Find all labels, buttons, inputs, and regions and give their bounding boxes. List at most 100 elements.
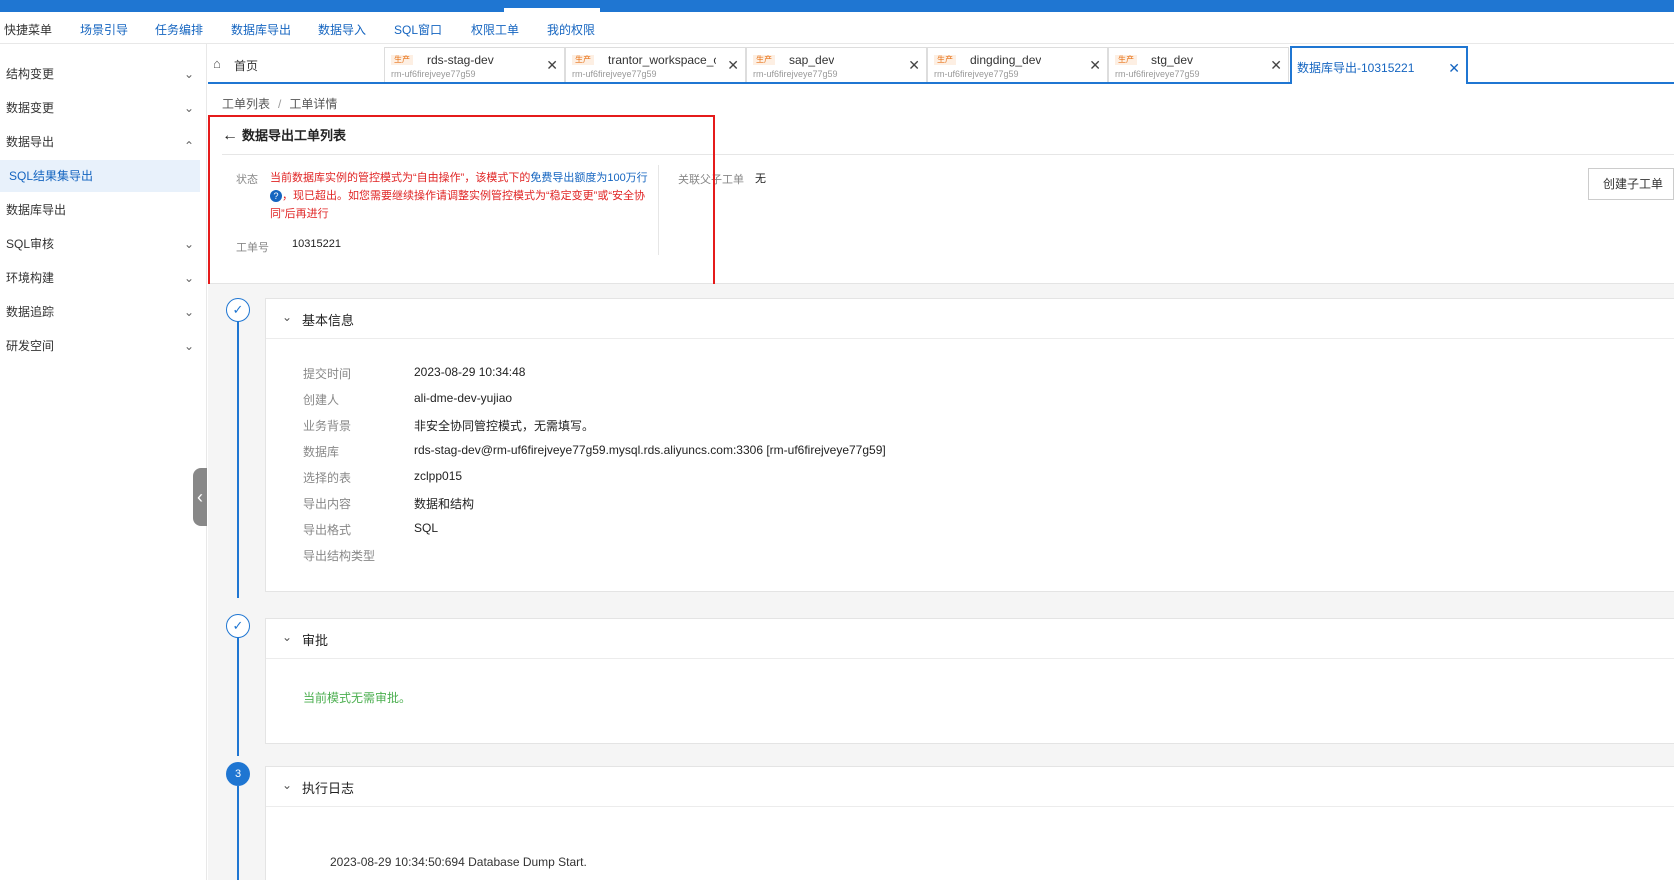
menu-bar: 快捷菜单 场景引导 任务编排 数据库导出 数据导入 SQL窗口 权限工单 我的权… bbox=[0, 12, 1674, 44]
breadcrumb-ticket-detail: 工单详情 bbox=[289, 97, 338, 111]
tab-stg-dev[interactable]: 生产 stg_dev rm-uf6firejveye77g59 ✕ bbox=[1108, 47, 1289, 82]
close-icon[interactable]: ✕ bbox=[546, 57, 558, 74]
close-icon[interactable]: ✕ bbox=[1448, 60, 1460, 77]
tab-rds-stag-dev[interactable]: 生产 rds-stag-dev rm-uf6firejveye77g59 ✕ bbox=[384, 47, 565, 82]
tab-label: stg_dev bbox=[1151, 53, 1194, 67]
step-connector bbox=[237, 786, 239, 880]
sidebar-item-label: 数据库导出 bbox=[6, 203, 67, 217]
tab-trantor-workspace[interactable]: 生产 trantor_workspace_c rm-uf6firejveye77… bbox=[565, 47, 746, 82]
field-label: 导出内容 bbox=[303, 497, 352, 511]
sidebar-item-label: 研发空间 bbox=[6, 339, 55, 353]
tab-label: 数据库导出-10315221 bbox=[1297, 61, 1415, 75]
step-approval-done: ✓ bbox=[226, 614, 250, 638]
close-icon[interactable]: ✕ bbox=[727, 57, 739, 74]
tab-instance-id: rm-uf6firejveye77g59 bbox=[391, 69, 476, 79]
sidebar: 结构变更 ⌄ 数据变更 ⌄ 数据导出 ⌃ SQL结果集导出 数据库导出 SQL审… bbox=[0, 44, 207, 880]
sidebar-item-schema-change[interactable]: 结构变更 ⌄ bbox=[0, 58, 200, 90]
tab-label: rds-stag-dev bbox=[427, 53, 494, 67]
field-label: 导出结构类型 bbox=[303, 549, 376, 563]
close-icon[interactable]: ✕ bbox=[908, 57, 920, 74]
breadcrumb: 工单列表 / 工单详情 bbox=[222, 95, 337, 112]
check-icon: ✓ bbox=[232, 302, 244, 317]
sidebar-item-data-change[interactable]: 数据变更 ⌄ bbox=[0, 92, 200, 124]
tab-label: trantor_workspace_c bbox=[608, 53, 716, 67]
related-ticket-value: 无 bbox=[755, 173, 766, 185]
env-badge: 生产 bbox=[753, 55, 775, 65]
menu-scene-guide[interactable]: 场景引导 bbox=[80, 21, 128, 38]
tab-instance-id: rm-uf6firejveye77g59 bbox=[753, 69, 838, 79]
tab-db-export-ticket[interactable]: 数据库导出-10315221 ✕ bbox=[1290, 46, 1468, 84]
step-connector bbox=[237, 320, 239, 598]
breadcrumb-ticket-list[interactable]: 工单列表 bbox=[222, 97, 270, 111]
section-title: 执行日志 bbox=[302, 781, 355, 796]
submit-time-value: 2023-08-29 10:34:48 bbox=[414, 365, 526, 379]
field-label: 创建人 bbox=[303, 393, 340, 407]
section-title: 审批 bbox=[302, 633, 329, 648]
env-badge: 生产 bbox=[572, 55, 594, 65]
section-title: 基本信息 bbox=[302, 313, 355, 328]
business-background-value: 非安全协同管控模式，无需填写。 bbox=[414, 419, 595, 433]
chevron-down-icon: ⌄ bbox=[183, 67, 194, 81]
approval-header[interactable]: ⌄ 审批 bbox=[266, 619, 1674, 659]
tabs-bar: ⌂ 首页 生产 rds-stag-dev rm-uf6firejveye77g5… bbox=[208, 44, 1674, 84]
tab-label: 首页 bbox=[234, 59, 259, 73]
menu-quick[interactable]: 快捷菜单 bbox=[4, 21, 52, 38]
sidebar-item-label: 环境构建 bbox=[6, 271, 55, 285]
field-label: 数据库 bbox=[303, 445, 340, 459]
chevron-down-icon: ⌄ bbox=[282, 630, 293, 644]
sidebar-collapse-handle[interactable]: ‹ bbox=[193, 468, 207, 526]
chevron-down-icon: ⌄ bbox=[282, 310, 293, 324]
field-label: 导出格式 bbox=[303, 523, 352, 537]
menu-db-export[interactable]: 数据库导出 bbox=[231, 21, 291, 38]
tab-home[interactable]: ⌂ 首页 bbox=[208, 47, 384, 82]
basic-info-card: ⌄ 基本信息 提交时间 2023-08-29 10:34:48 创建人 ali-… bbox=[265, 298, 1674, 592]
tab-instance-id: rm-uf6firejveye77g59 bbox=[572, 69, 657, 79]
basic-info-header[interactable]: ⌄ 基本信息 bbox=[266, 299, 1674, 339]
sidebar-item-label: 数据追踪 bbox=[6, 305, 55, 319]
tab-label: dingding_dev bbox=[970, 53, 1042, 67]
step-connector bbox=[237, 630, 239, 756]
field-label: 业务背景 bbox=[303, 419, 352, 433]
menu-task-orchestration[interactable]: 任务编排 bbox=[155, 21, 203, 38]
execution-log-header[interactable]: ⌄ 执行日志 bbox=[266, 767, 1674, 807]
sidebar-item-db-export[interactable]: 数据库导出 bbox=[0, 194, 200, 226]
export-format-value: SQL bbox=[414, 521, 439, 535]
sidebar-item-data-tracking[interactable]: 数据追踪 ⌄ bbox=[0, 296, 200, 328]
env-badge: 生产 bbox=[1115, 55, 1137, 65]
breadcrumb-separator: / bbox=[278, 97, 282, 111]
tab-instance-id: rm-uf6firejveye77g59 bbox=[1115, 69, 1200, 79]
chevron-down-icon: ⌄ bbox=[183, 237, 194, 251]
menu-data-import[interactable]: 数据导入 bbox=[318, 21, 366, 38]
sidebar-item-sql-result-export[interactable]: SQL结果集导出 bbox=[0, 160, 200, 192]
menu-my-permission[interactable]: 我的权限 bbox=[547, 21, 595, 38]
creator-value: ali-dme-dev-yujiao bbox=[414, 391, 513, 405]
chevron-down-icon: ⌄ bbox=[183, 271, 194, 285]
sidebar-item-sql-review[interactable]: SQL审核 ⌄ bbox=[0, 228, 200, 260]
sidebar-item-label: SQL结果集导出 bbox=[9, 169, 94, 183]
close-icon[interactable]: ✕ bbox=[1270, 57, 1282, 74]
create-child-ticket-button[interactable]: 创建子工单 bbox=[1588, 168, 1674, 200]
chevron-left-icon: ‹ bbox=[197, 487, 203, 507]
sidebar-item-label: 数据导出 bbox=[6, 135, 55, 149]
database-value: rds-stag-dev@rm-uf6firejveye77g59.mysql.… bbox=[414, 443, 886, 457]
env-badge: 生产 bbox=[391, 55, 413, 65]
highlight-box bbox=[208, 115, 715, 302]
sidebar-item-data-export[interactable]: 数据导出 ⌃ bbox=[0, 126, 200, 158]
tab-dingding-dev[interactable]: 生产 dingding_dev rm-uf6firejveye77g59 ✕ bbox=[927, 47, 1108, 82]
tab-sap-dev[interactable]: 生产 sap_dev rm-uf6firejveye77g59 ✕ bbox=[746, 47, 927, 82]
selected-table-value: zclpp015 bbox=[414, 469, 463, 483]
home-icon: ⌂ bbox=[213, 56, 221, 71]
approval-message: 当前模式无需审批。 bbox=[303, 691, 412, 705]
approval-card: ⌄ 审批 当前模式无需审批。 bbox=[265, 618, 1674, 744]
tab-label: sap_dev bbox=[789, 53, 835, 67]
sidebar-item-label: 结构变更 bbox=[6, 67, 55, 81]
check-icon: ✓ bbox=[232, 618, 244, 633]
menu-sql-window[interactable]: SQL窗口 bbox=[394, 21, 442, 38]
log-line: 2023-08-29 10:34:50:694 Database Dump St… bbox=[330, 855, 587, 869]
close-icon[interactable]: ✕ bbox=[1089, 57, 1101, 74]
sidebar-item-label: SQL审核 bbox=[6, 237, 55, 251]
menu-permission-ticket[interactable]: 权限工单 bbox=[471, 21, 519, 38]
sidebar-item-env-build[interactable]: 环境构建 ⌄ bbox=[0, 262, 200, 294]
top-nav-bar bbox=[0, 0, 1674, 12]
sidebar-item-dev-space[interactable]: 研发空间 ⌄ bbox=[0, 330, 200, 362]
